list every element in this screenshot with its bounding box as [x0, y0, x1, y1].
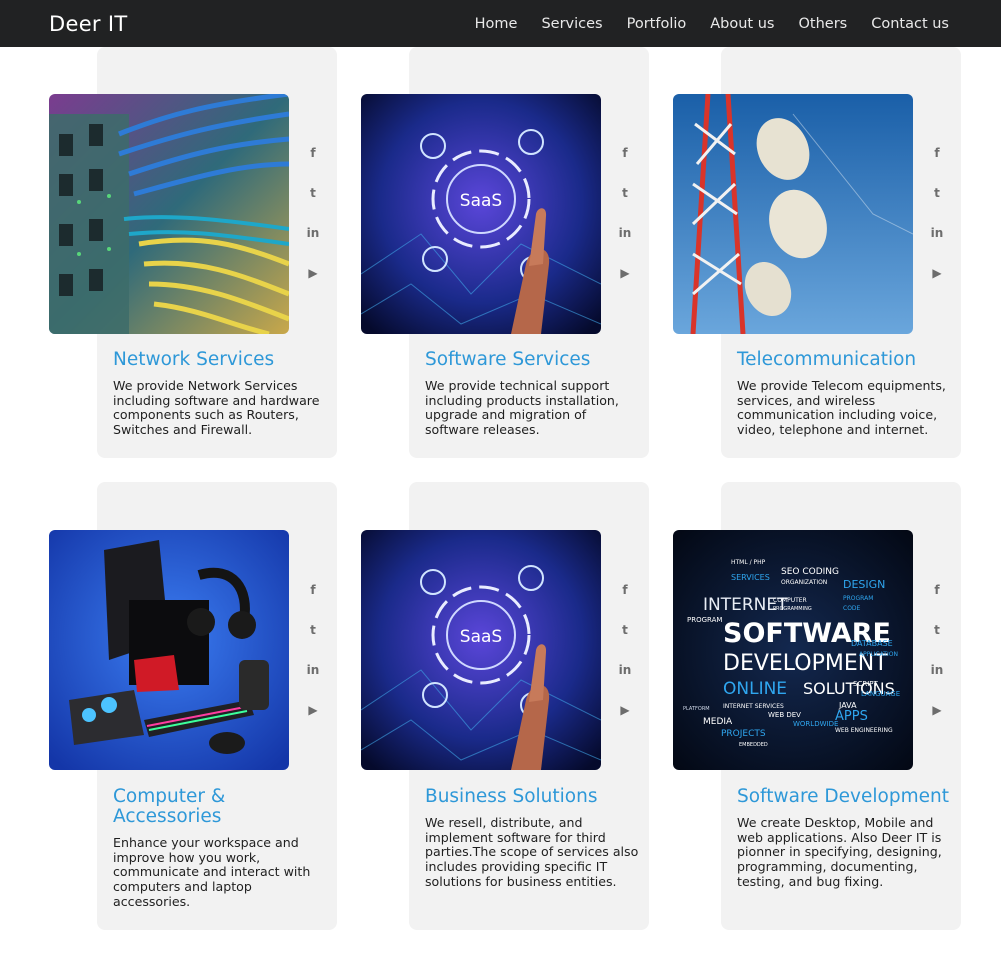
wordcloud-word: PROGRAM — [687, 616, 722, 624]
saas-illustration: SaaS — [361, 530, 601, 770]
nav-link-home[interactable]: Home — [475, 16, 518, 32]
wordcloud-word: PROJECTS — [721, 729, 766, 739]
services-grid: f t in ▶ Network Services We provide Net… — [0, 47, 1001, 956]
wordcloud-word: DATABASE — [851, 639, 893, 648]
social-links-computer-accessories: f t in ▶ — [306, 580, 320, 720]
card-title: Software Services — [425, 349, 591, 370]
facebook-icon[interactable]: f — [618, 143, 632, 163]
top-navbar: Deer IT Home Services Portfolio About us… — [0, 0, 1001, 47]
saas-text: SaaS — [460, 191, 502, 211]
facebook-icon[interactable]: f — [306, 143, 320, 163]
wordcloud-word: DESIGN — [843, 578, 885, 591]
wordcloud-word: APPLICATION — [859, 651, 898, 658]
linkedin-icon[interactable]: in — [306, 660, 320, 680]
wordcloud-word: PROGRAM — [843, 595, 873, 602]
card-description: We provide technical support including p… — [425, 378, 619, 438]
linkedin-icon[interactable]: in — [306, 223, 320, 243]
saas-hand-image: SaaS — [361, 94, 601, 334]
twitter-icon[interactable]: t — [618, 183, 632, 203]
wordcloud-illustration: INTERNET SOFTWARE DEVELOPMENT ONLINE SOL… — [673, 530, 913, 770]
wordcloud-word: CODE — [843, 605, 861, 612]
card-description: We provide Telecom equipments, services,… — [737, 378, 946, 438]
social-links-network: f t in ▶ — [306, 143, 320, 283]
saas-text: SaaS — [460, 627, 502, 647]
twitter-icon[interactable]: t — [306, 620, 320, 640]
nav-links: Home Services Portfolio About us Others … — [475, 16, 949, 32]
wordcloud-word: WORLDWIDE — [793, 720, 838, 728]
wordcloud-word: HTML / PHP — [731, 559, 766, 566]
nav-link-portfolio[interactable]: Portfolio — [627, 16, 687, 32]
wordcloud-word: WEB ENGINEERING — [835, 727, 893, 734]
wordcloud-word: COMPUTER — [773, 597, 807, 604]
card-description: We create Desktop, Mobile and web applic… — [737, 815, 942, 889]
card-title: Network Services — [113, 349, 275, 370]
facebook-icon[interactable]: f — [930, 580, 944, 600]
wordcloud-word: SERVICES — [731, 573, 770, 582]
youtube-icon[interactable]: ▶ — [930, 263, 944, 283]
network-cables-image — [49, 94, 289, 334]
card-title: Telecommunication — [737, 349, 917, 370]
social-links-telecommunication: f t in ▶ — [930, 143, 944, 283]
nav-link-contact-us[interactable]: Contact us — [871, 16, 949, 32]
linkedin-icon[interactable]: in — [930, 660, 944, 680]
youtube-icon[interactable]: ▶ — [306, 700, 320, 720]
social-links-software-development: f t in ▶ — [930, 580, 944, 720]
computer-accessories-image — [49, 530, 289, 770]
twitter-icon[interactable]: t — [930, 620, 944, 640]
youtube-icon[interactable]: ▶ — [618, 263, 632, 283]
wordcloud-word: MEDIA — [703, 717, 733, 727]
card-title: Business Solutions — [425, 786, 598, 807]
wordcloud-word: SEO CODING — [781, 567, 839, 577]
wordcloud-word: SCRIPT — [853, 680, 878, 688]
twitter-icon[interactable]: t — [618, 620, 632, 640]
wordcloud-word: PROGRAMMING — [773, 606, 812, 612]
nav-link-services[interactable]: Services — [541, 16, 602, 32]
network-cables-illustration — [49, 94, 289, 334]
facebook-icon[interactable]: f — [930, 143, 944, 163]
social-links-business-solutions: f t in ▶ — [618, 580, 632, 720]
linkedin-icon[interactable]: in — [930, 223, 944, 243]
facebook-icon[interactable]: f — [618, 580, 632, 600]
card-title: Software Development — [737, 786, 949, 807]
linkedin-icon[interactable]: in — [618, 660, 632, 680]
youtube-icon[interactable]: ▶ — [930, 700, 944, 720]
youtube-icon[interactable]: ▶ — [618, 700, 632, 720]
social-links-software-services: f t in ▶ — [618, 143, 632, 283]
facebook-icon[interactable]: f — [306, 580, 320, 600]
saas-hand-image: SaaS — [361, 530, 601, 770]
nav-link-others[interactable]: Others — [798, 16, 847, 32]
wordcloud-word: ORGANIZATION — [781, 579, 827, 586]
wordcloud-word: INTERNET SERVICES — [723, 703, 784, 710]
brand-logo[interactable]: Deer IT — [49, 12, 127, 36]
wordcloud-word: LANGUAGE — [861, 690, 900, 698]
wordcloud-word: WEB DEV — [768, 711, 801, 719]
twitter-icon[interactable]: t — [930, 183, 944, 203]
wordcloud-word: PLATFORM — [683, 706, 710, 712]
software-development-wordcloud-image: INTERNET SOFTWARE DEVELOPMENT ONLINE SOL… — [673, 530, 913, 770]
card-description: Enhance your workspace and improve how y… — [113, 835, 311, 909]
saas-illustration: SaaS — [361, 94, 601, 334]
linkedin-icon[interactable]: in — [618, 223, 632, 243]
card-description: We provide Network Services including so… — [113, 378, 320, 438]
telecom-tower-image — [673, 94, 913, 334]
youtube-icon[interactable]: ▶ — [306, 263, 320, 283]
card-title: Computer & Accessories — [113, 786, 226, 827]
card-description: We resell, distribute, and implement sof… — [425, 815, 639, 889]
wordcloud-word: EMBEDDED — [739, 742, 768, 748]
nav-link-about-us[interactable]: About us — [710, 16, 774, 32]
wordcloud-word: ONLINE — [723, 679, 787, 699]
computer-accessories-illustration — [49, 530, 289, 770]
wordcloud-word: APPS — [835, 709, 868, 724]
telecom-tower-illustration — [673, 94, 913, 334]
twitter-icon[interactable]: t — [306, 183, 320, 203]
